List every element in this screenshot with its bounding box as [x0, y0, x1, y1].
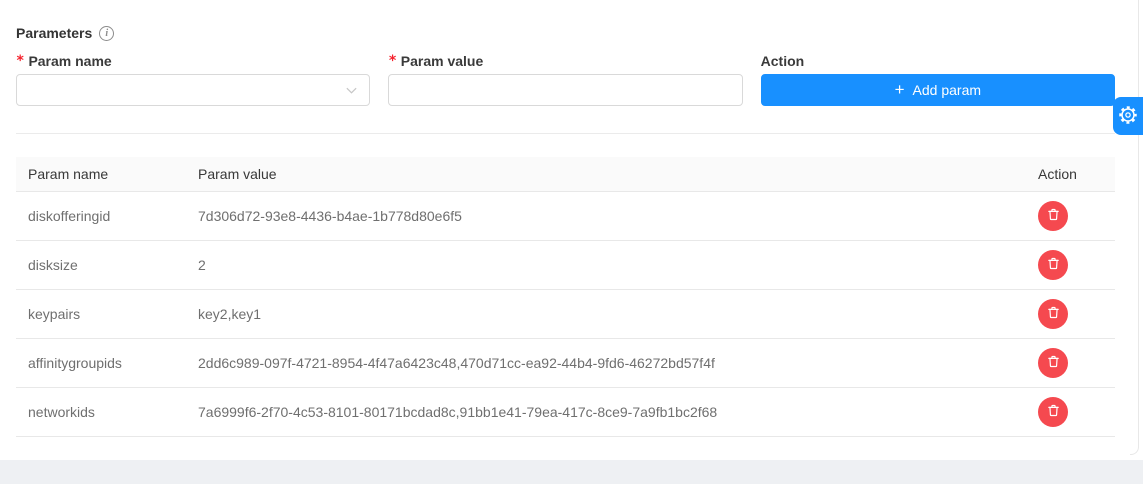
settings-gear-button[interactable]	[1113, 97, 1143, 135]
table-row: disksize 2	[16, 241, 1115, 290]
parameters-panel: Parameters i * Param name	[0, 0, 1143, 484]
required-asterisk: *	[388, 53, 396, 69]
table-header-row: Param name Param value Action	[16, 157, 1115, 192]
delete-param-button[interactable]	[1038, 299, 1068, 329]
param-value-cell: key2,key1	[186, 290, 1026, 339]
trash-icon	[1046, 305, 1061, 323]
plus-icon: +	[895, 81, 905, 98]
param-name-select[interactable]	[16, 74, 370, 106]
action-cell	[1026, 388, 1115, 437]
action-cell	[1026, 241, 1115, 290]
param-name-cell: disksize	[16, 241, 186, 290]
param-value-label: * Param value	[388, 53, 742, 69]
param-name-cell: affinitygroupids	[16, 339, 186, 388]
param-name-cell: networkids	[16, 388, 186, 437]
delete-param-button[interactable]	[1038, 348, 1068, 378]
settings-gear-icon	[1118, 105, 1138, 128]
table-body: diskofferingid 7d306d72-93e8-4436-b4ae-1…	[16, 192, 1115, 437]
action-cell	[1026, 339, 1115, 388]
add-param-form: * Param name * Param value	[16, 41, 1115, 106]
action-cell	[1026, 290, 1115, 339]
trash-icon	[1046, 354, 1061, 372]
trash-icon	[1046, 403, 1061, 421]
required-asterisk: *	[16, 53, 24, 69]
column-header-param-value: Param value	[186, 157, 1026, 192]
delete-param-button[interactable]	[1038, 250, 1068, 280]
table-row: affinitygroupids 2dd6c989-097f-4721-8954…	[16, 339, 1115, 388]
parameters-table: Param name Param value Action diskofferi…	[16, 157, 1115, 437]
param-value-column: * Param value	[388, 41, 742, 106]
param-name-cell: keypairs	[16, 290, 186, 339]
param-name-cell: diskofferingid	[16, 192, 186, 241]
action-cell	[1026, 192, 1115, 241]
param-value-cell: 2dd6c989-097f-4721-8954-4f47a6423c48,470…	[186, 339, 1026, 388]
trash-icon	[1046, 207, 1061, 225]
param-value-input[interactable]	[388, 74, 742, 106]
action-label: Action	[761, 53, 1115, 69]
panel-header: Parameters i	[16, 0, 1115, 41]
param-value-cell: 7d306d72-93e8-4436-b4ae-1b778d80e6f5	[186, 192, 1026, 241]
add-param-button[interactable]: + Add param	[761, 74, 1115, 106]
chevron-down-icon	[345, 84, 358, 100]
column-header-action: Action	[1026, 157, 1115, 192]
table-row: networkids 7a6999f6-2f70-4c53-8101-80171…	[16, 388, 1115, 437]
table-row: keypairs key2,key1	[16, 290, 1115, 339]
page-footer-band	[0, 460, 1143, 484]
trash-icon	[1046, 256, 1061, 274]
action-column: Action + Add param	[761, 41, 1115, 106]
param-value-cell: 2	[186, 241, 1026, 290]
param-name-column: * Param name	[16, 41, 370, 106]
column-header-param-name: Param name	[16, 157, 186, 192]
form-table-divider	[16, 133, 1115, 134]
delete-param-button[interactable]	[1038, 397, 1068, 427]
info-circle-icon[interactable]: i	[99, 26, 114, 41]
delete-param-button[interactable]	[1038, 201, 1068, 231]
param-name-label: * Param name	[16, 53, 370, 69]
table-row: diskofferingid 7d306d72-93e8-4436-b4ae-1…	[16, 192, 1115, 241]
card-right-border	[1138, 0, 1139, 447]
card-corner	[1130, 446, 1139, 455]
param-value-cell: 7a6999f6-2f70-4c53-8101-80171bcdad8c,91b…	[186, 388, 1026, 437]
panel-title: Parameters	[16, 25, 92, 41]
